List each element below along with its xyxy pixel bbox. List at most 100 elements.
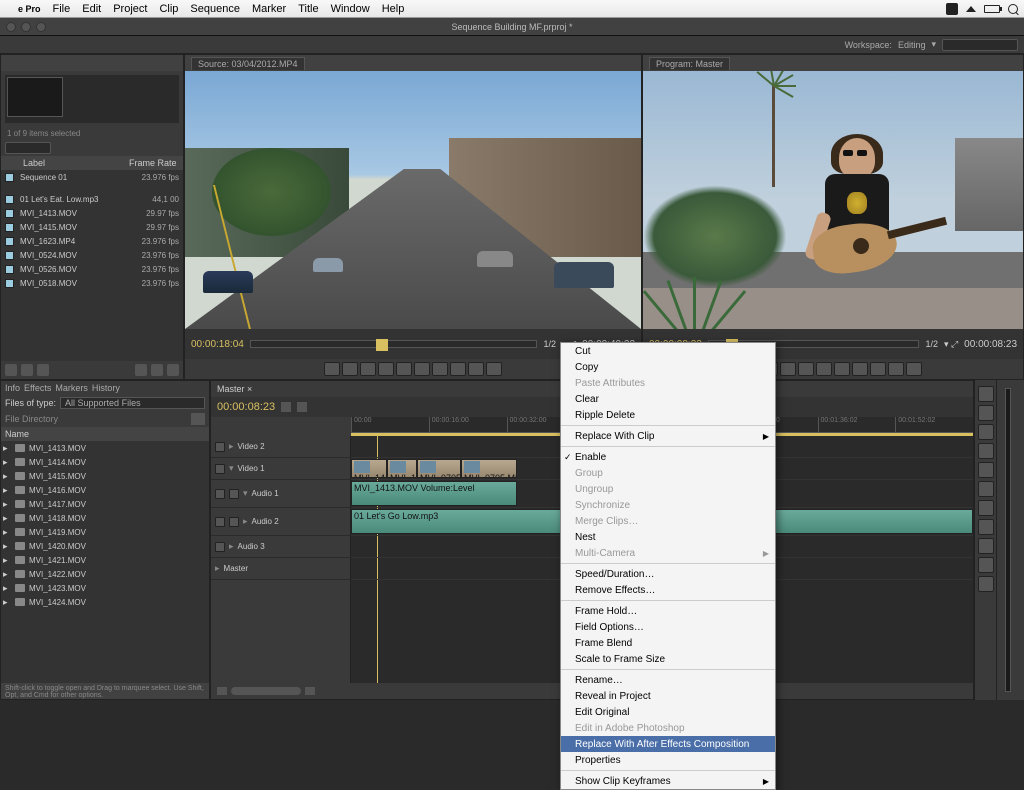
step-back-button[interactable] xyxy=(378,362,394,376)
media-item[interactable]: ▸MVI_1424.MOV xyxy=(1,595,209,609)
goto-in-button[interactable] xyxy=(360,362,376,376)
zoom-out-icon[interactable] xyxy=(217,687,227,695)
context-menu-item[interactable]: Replace With Clip▶ xyxy=(561,428,775,444)
insert-button[interactable] xyxy=(450,362,466,376)
menu-app[interactable]: e Pro xyxy=(18,3,41,15)
rate-stretch-tool-icon[interactable] xyxy=(978,462,994,478)
source-tab[interactable]: Source: 03/04/2012.MP4 xyxy=(191,57,305,70)
context-menu-item[interactable]: Ripple Delete xyxy=(561,407,775,423)
track-toggle-icon[interactable] xyxy=(215,517,225,527)
source-half[interactable]: 1/2 xyxy=(543,339,556,349)
context-menu-item[interactable]: Frame Blend xyxy=(561,635,775,651)
pen-tool-icon[interactable] xyxy=(978,538,994,554)
menu-window[interactable]: Window xyxy=(331,3,370,15)
program-tab[interactable]: Program: Master xyxy=(649,57,730,70)
context-menu-item[interactable]: Copy xyxy=(561,359,775,375)
media-item[interactable]: ▸MVI_1421.MOV xyxy=(1,553,209,567)
media-item[interactable]: ▸MVI_1415.MOV xyxy=(1,469,209,483)
media-item[interactable]: ▸MVI_1420.MOV xyxy=(1,539,209,553)
clip[interactable]: MVI_0705.MP4 xyxy=(461,459,517,478)
project-item[interactable]: MVI_1415.MOV29.97 fps xyxy=(1,220,183,234)
spotlight-icon[interactable] xyxy=(1008,4,1018,14)
slip-tool-icon[interactable] xyxy=(978,500,994,516)
project-list[interactable]: Sequence 0123.976 fps01 Let's Eat. Low.m… xyxy=(1,170,183,361)
mute-icon[interactable] xyxy=(229,517,239,527)
project-preview-thumb[interactable] xyxy=(7,77,63,117)
export-frame-button[interactable] xyxy=(486,362,502,376)
pgm-extract-button[interactable] xyxy=(888,362,904,376)
track-v2[interactable]: ▸Video 2 xyxy=(211,436,350,458)
overwrite-button[interactable] xyxy=(468,362,484,376)
menu-project[interactable]: Project xyxy=(113,3,147,15)
menu-sequence[interactable]: Sequence xyxy=(190,3,240,15)
tab-markers[interactable]: Markers xyxy=(55,383,88,393)
mb-col-name[interactable]: Name xyxy=(5,429,205,439)
clip[interactable]: MVI_1413.M xyxy=(351,459,387,478)
window-close-button[interactable] xyxy=(6,22,16,32)
context-menu-item[interactable]: Replace With After Effects Composition xyxy=(561,736,775,752)
zoom-slider[interactable] xyxy=(231,687,301,695)
context-menu[interactable]: CutCopyPaste AttributesClearRipple Delet… xyxy=(560,342,776,790)
context-menu-item[interactable]: Clear xyxy=(561,391,775,407)
workspace-dropdown[interactable]: Editing xyxy=(898,40,926,50)
razor-tool-icon[interactable] xyxy=(978,481,994,497)
pgm-play-button[interactable] xyxy=(816,362,832,376)
mb-filter-select[interactable]: All Supported Files xyxy=(60,397,205,409)
clip[interactable]: MVI_1413.MOV Volume:Level xyxy=(351,481,517,506)
track-toggle-icon[interactable] xyxy=(215,464,225,474)
pgm-lift-button[interactable] xyxy=(870,362,886,376)
pgm-step-fwd-button[interactable] xyxy=(834,362,850,376)
mute-icon[interactable] xyxy=(229,489,239,499)
window-minimize-button[interactable] xyxy=(21,22,31,32)
rolling-tool-icon[interactable] xyxy=(978,443,994,459)
play-button[interactable] xyxy=(396,362,412,376)
context-menu-item[interactable]: Speed/Duration… xyxy=(561,566,775,582)
project-item[interactable]: MVI_0518.MOV23.976 fps xyxy=(1,276,183,290)
hand-tool-icon[interactable] xyxy=(978,557,994,573)
track-master[interactable]: ▸Master xyxy=(211,558,350,580)
media-browser-list[interactable]: ▸MVI_1413.MOV▸MVI_1414.MOV▸MVI_1415.MOV▸… xyxy=(1,441,209,683)
tab-effects[interactable]: Effects xyxy=(24,383,51,393)
program-video[interactable] xyxy=(643,71,1023,329)
media-item[interactable]: ▸MVI_1419.MOV xyxy=(1,525,209,539)
track-select-tool-icon[interactable] xyxy=(978,405,994,421)
track-toggle-icon[interactable] xyxy=(215,542,225,552)
marker-icon[interactable] xyxy=(297,402,307,412)
project-item[interactable]: 01 Let's Eat. Low.mp344,1 00 xyxy=(1,192,183,206)
source-scrub[interactable] xyxy=(250,340,538,348)
mark-in-button[interactable] xyxy=(324,362,340,376)
menu-edit[interactable]: Edit xyxy=(82,3,101,15)
source-tc-in[interactable]: 00:00:18:04 xyxy=(191,339,244,350)
media-item[interactable]: ▸MVI_1414.MOV xyxy=(1,455,209,469)
context-menu-item[interactable]: Frame Hold… xyxy=(561,603,775,619)
pgm-goto-out-button[interactable] xyxy=(852,362,868,376)
pgm-export-frame-button[interactable] xyxy=(906,362,922,376)
project-search-input[interactable] xyxy=(5,142,51,154)
context-menu-item[interactable]: Rename… xyxy=(561,672,775,688)
list-view-icon[interactable] xyxy=(5,364,17,376)
context-menu-item[interactable]: Show Clip Keyframes▶ xyxy=(561,773,775,789)
track-v1[interactable]: ▾Video 1 xyxy=(211,458,350,480)
icon-view-icon[interactable] xyxy=(21,364,33,376)
project-col-label[interactable]: Label xyxy=(23,158,123,168)
context-menu-item[interactable]: Nest xyxy=(561,529,775,545)
volume-icon[interactable] xyxy=(946,3,958,15)
timeline-tab[interactable]: Master × xyxy=(217,384,252,394)
menu-clip[interactable]: Clip xyxy=(159,3,178,15)
clip[interactable]: MVI_1415 xyxy=(387,459,417,478)
zoom-tool-icon[interactable] xyxy=(978,576,994,592)
goto-out-button[interactable] xyxy=(432,362,448,376)
track-a1[interactable]: ▾Audio 1 xyxy=(211,480,350,508)
step-fwd-button[interactable] xyxy=(414,362,430,376)
context-menu-item[interactable]: Scale to Frame Size xyxy=(561,651,775,667)
clip[interactable]: MVI_0705.MP4 xyxy=(417,459,461,478)
ripple-tool-icon[interactable] xyxy=(978,424,994,440)
project-item[interactable]: MVI_0524.MOV23.976 fps xyxy=(1,248,183,262)
tab-info[interactable]: Info xyxy=(5,383,20,393)
new-item-icon[interactable] xyxy=(151,364,163,376)
trash-icon[interactable] xyxy=(167,364,179,376)
menu-file[interactable]: File xyxy=(53,3,71,15)
selection-tool-icon[interactable] xyxy=(978,386,994,402)
new-bin-icon[interactable] xyxy=(135,364,147,376)
menu-marker[interactable]: Marker xyxy=(252,3,286,15)
